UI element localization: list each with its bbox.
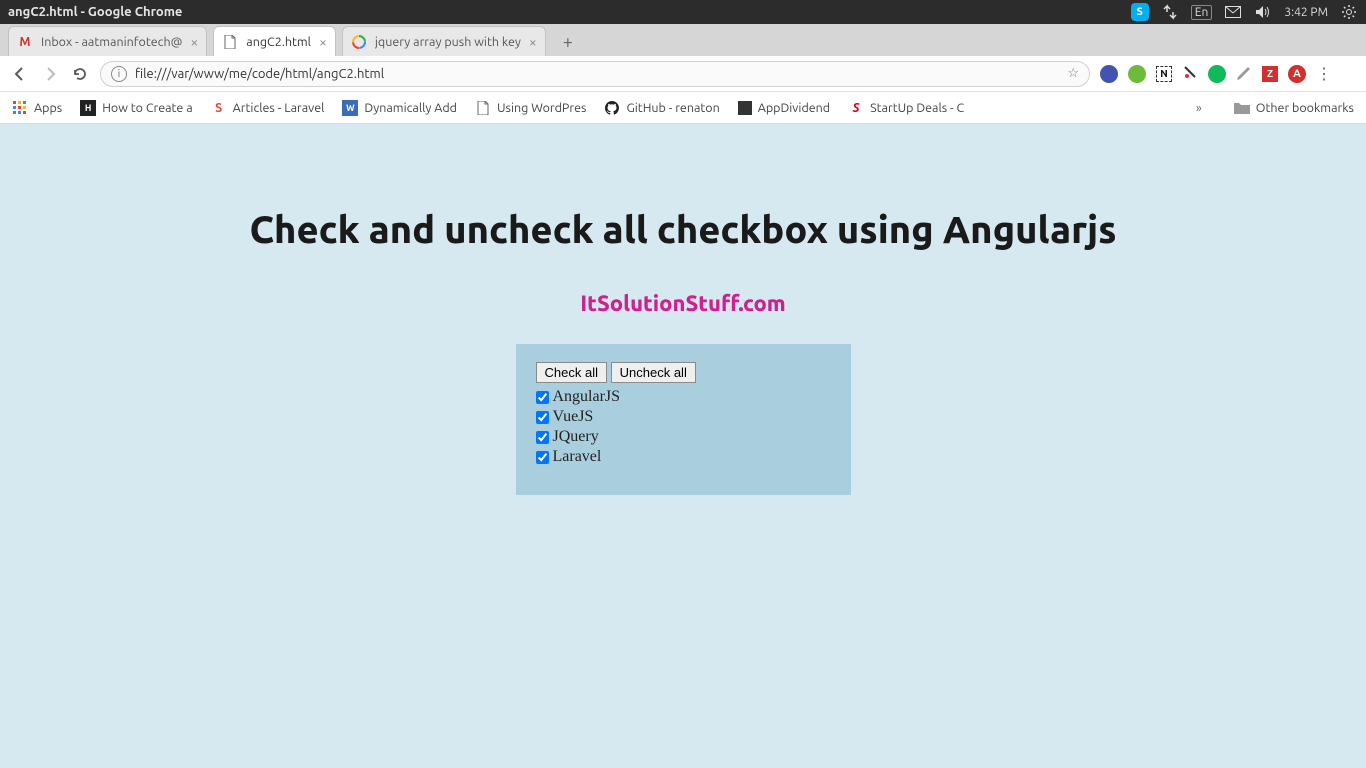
- apps-shortcut[interactable]: Apps: [12, 100, 62, 116]
- checkbox-input[interactable]: [536, 431, 549, 444]
- close-icon[interactable]: ×: [190, 34, 198, 50]
- checkbox-label: JQuery: [553, 427, 599, 447]
- bookmark-favicon: S: [848, 100, 864, 116]
- google-icon: [351, 34, 367, 50]
- list-item: Laravel: [536, 447, 831, 467]
- bookmark-star-icon[interactable]: ☆: [1067, 66, 1079, 81]
- other-bookmarks[interactable]: Other bookmarks: [1234, 100, 1354, 116]
- file-icon: [222, 34, 238, 50]
- bookmark-label: How to Create a: [102, 101, 192, 115]
- bookmark-favicon: S: [211, 100, 227, 116]
- address-bar[interactable]: i file:///var/www/me/code/html/angC2.htm…: [100, 61, 1090, 87]
- close-icon[interactable]: ×: [319, 34, 327, 50]
- bookmark-favicon: [738, 101, 752, 115]
- gear-icon[interactable]: [1340, 3, 1358, 21]
- bookmarks-bar: Apps H How to Create a S Articles - Lara…: [0, 92, 1366, 124]
- checkbox-list: AngularJS VueJS JQuery Laravel: [536, 387, 831, 467]
- bookmark-favicon: H: [80, 100, 96, 116]
- bookmark-item[interactable]: GitHub - renaton: [604, 100, 719, 116]
- bookmark-item[interactable]: S StartUp Deals - C: [848, 100, 964, 116]
- check-all-button[interactable]: Check all: [536, 362, 607, 383]
- browser-tab[interactable]: jquery array push with key ×: [342, 26, 546, 56]
- mail-icon[interactable]: [1224, 3, 1242, 21]
- back-button[interactable]: [10, 64, 30, 84]
- page-viewport: Check and uncheck all checkbox using Ang…: [0, 124, 1366, 768]
- bookmark-item[interactable]: W Dynamically Add: [342, 100, 457, 116]
- gmail-icon: M: [17, 34, 33, 50]
- uncheck-all-button[interactable]: Uncheck all: [611, 362, 696, 383]
- browser-toolbar: i file:///var/www/me/code/html/angC2.htm…: [0, 56, 1366, 92]
- extension-icon[interactable]: [1208, 65, 1226, 83]
- checkbox-panel: Check all Uncheck all AngularJS VueJS JQ…: [516, 344, 851, 495]
- bookmark-label: Using WordPres: [497, 101, 586, 115]
- extension-icon[interactable]: A: [1288, 65, 1306, 83]
- checkbox-label: VueJS: [553, 407, 594, 427]
- page-subtitle: ItSolutionStuff.com: [0, 291, 1366, 316]
- bookmark-item[interactable]: S Articles - Laravel: [211, 100, 325, 116]
- keyboard-lang[interactable]: En: [1191, 5, 1213, 20]
- bookmark-label: GitHub - renaton: [626, 101, 719, 115]
- extension-icon[interactable]: [1100, 65, 1118, 83]
- system-tray: S En 3:42 PM: [1131, 3, 1358, 21]
- chrome-menu-icon[interactable]: ⋮: [1316, 64, 1332, 83]
- volume-icon[interactable]: [1254, 3, 1272, 21]
- extension-icon[interactable]: N: [1156, 66, 1172, 82]
- file-icon: [475, 100, 491, 116]
- folder-icon: [1234, 100, 1250, 116]
- updown-arrows-icon[interactable]: [1161, 3, 1179, 21]
- browser-tab-bar: M Inbox - aatmaninfotech@ × angC2.html ×…: [0, 24, 1366, 56]
- bookmark-item[interactable]: Using WordPres: [475, 100, 586, 116]
- reload-button[interactable]: [70, 64, 90, 84]
- site-info-icon[interactable]: i: [111, 66, 127, 82]
- os-top-panel: angC2.html - Google Chrome S En 3:42 PM: [0, 0, 1366, 24]
- list-item: JQuery: [536, 427, 831, 447]
- checkbox-label: Laravel: [553, 447, 602, 467]
- extension-icon[interactable]: [1128, 65, 1146, 83]
- bookmark-favicon: W: [342, 100, 358, 116]
- bookmark-label: AppDividend: [758, 101, 830, 115]
- browser-tab[interactable]: angC2.html ×: [213, 26, 336, 56]
- skype-icon[interactable]: S: [1131, 3, 1149, 21]
- url-text: file:///var/www/me/code/html/angC2.html: [135, 67, 1059, 81]
- bookmark-label: Articles - Laravel: [233, 101, 325, 115]
- tab-title: angC2.html: [246, 35, 311, 49]
- browser-tab[interactable]: M Inbox - aatmaninfotech@ ×: [8, 26, 207, 56]
- bookmark-item[interactable]: H How to Create a: [80, 100, 192, 116]
- tab-title: Inbox - aatmaninfotech@: [41, 35, 182, 49]
- clock[interactable]: 3:42 PM: [1284, 6, 1328, 19]
- checkbox-input[interactable]: [536, 391, 549, 404]
- checkbox-input[interactable]: [536, 411, 549, 424]
- apps-icon: [12, 100, 28, 116]
- new-tab-button[interactable]: +: [556, 30, 580, 54]
- extension-icon[interactable]: Z: [1262, 66, 1278, 82]
- bookmark-label: StartUp Deals - C: [870, 101, 964, 115]
- list-item: VueJS: [536, 407, 831, 427]
- window-title: angC2.html - Google Chrome: [8, 5, 182, 19]
- bookmarks-overflow[interactable]: »: [1196, 101, 1202, 115]
- extension-icon[interactable]: [1236, 64, 1252, 84]
- list-item: AngularJS: [536, 387, 831, 407]
- tab-title: jquery array push with key: [375, 35, 521, 49]
- checkbox-input[interactable]: [536, 451, 549, 464]
- extension-icon[interactable]: [1182, 64, 1198, 84]
- bookmark-label: Dynamically Add: [364, 101, 457, 115]
- bookmark-label: Other bookmarks: [1256, 101, 1354, 115]
- forward-button[interactable]: [40, 64, 60, 84]
- close-icon[interactable]: ×: [529, 34, 537, 50]
- github-icon: [604, 100, 620, 116]
- extension-icons: N Z A ⋮: [1100, 64, 1332, 84]
- bookmark-item[interactable]: AppDividend: [738, 101, 830, 115]
- checkbox-label: AngularJS: [553, 387, 621, 407]
- bookmark-label: Apps: [34, 101, 62, 115]
- page-title: Check and uncheck all checkbox using Ang…: [0, 209, 1366, 251]
